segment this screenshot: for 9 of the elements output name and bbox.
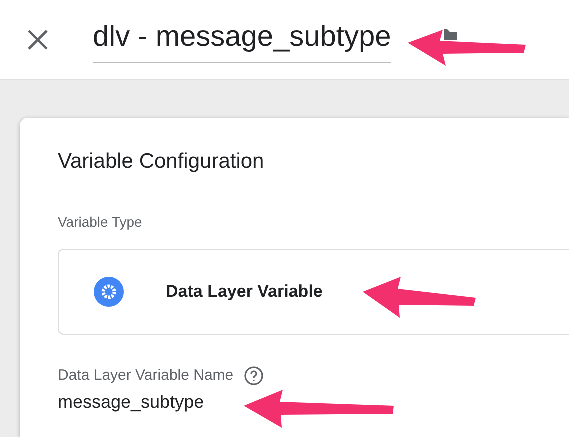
field-label: Variable Type	[58, 212, 142, 232]
gear-icon	[94, 276, 124, 306]
field-label: Data Layer Variable Name	[58, 366, 234, 386]
help-icon[interactable]	[244, 366, 264, 386]
name-input-field[interactable]: message_subtype	[58, 389, 204, 416]
folder-icon[interactable]	[444, 29, 458, 40]
card-title: Variable Configuration	[58, 149, 266, 175]
close-icon[interactable]	[27, 28, 49, 50]
variable-type-selector[interactable]: Data Layer Variable	[58, 248, 569, 334]
